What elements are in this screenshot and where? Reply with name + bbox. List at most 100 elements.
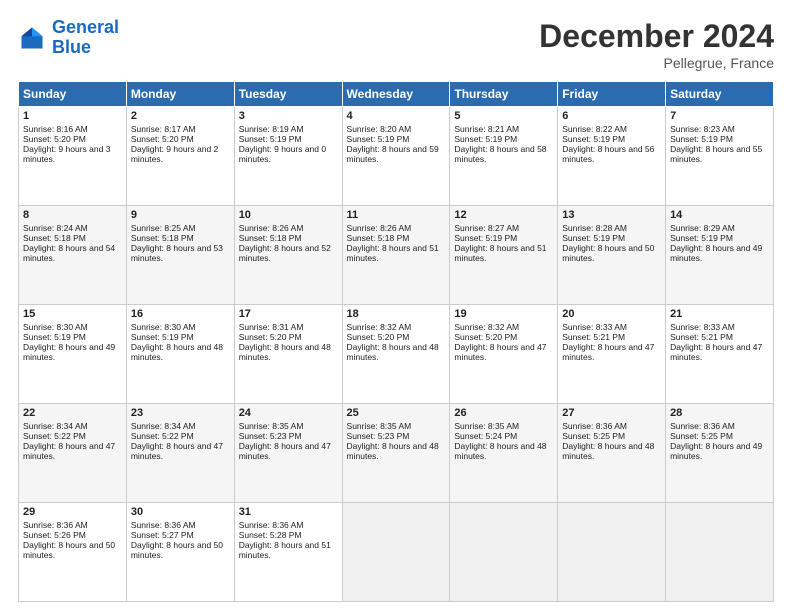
- sunset-text: Sunset: 5:20 PM: [454, 332, 517, 342]
- day-number: 23: [131, 407, 230, 419]
- sunrise-text: Sunrise: 8:17 AM: [131, 124, 196, 134]
- sunrise-text: Sunrise: 8:32 AM: [347, 322, 412, 332]
- calendar-cell: [342, 503, 450, 602]
- week-row-4: 29Sunrise: 8:36 AMSunset: 5:26 PMDayligh…: [19, 503, 774, 602]
- daylight-text: Daylight: 8 hours and 55 minutes.: [670, 144, 762, 164]
- day-number: 14: [670, 209, 769, 221]
- day-number: 15: [23, 308, 122, 320]
- calendar-cell: 24Sunrise: 8:35 AMSunset: 5:23 PMDayligh…: [234, 404, 342, 503]
- sunrise-text: Sunrise: 8:36 AM: [670, 421, 735, 431]
- sunrise-text: Sunrise: 8:33 AM: [562, 322, 627, 332]
- day-number: 24: [239, 407, 338, 419]
- day-number: 8: [23, 209, 122, 221]
- sunrise-text: Sunrise: 8:32 AM: [454, 322, 519, 332]
- calendar-cell: [666, 503, 774, 602]
- day-number: 5: [454, 110, 553, 122]
- calendar-cell: 30Sunrise: 8:36 AMSunset: 5:27 PMDayligh…: [126, 503, 234, 602]
- daylight-text: Daylight: 8 hours and 50 minutes.: [131, 540, 223, 560]
- day-number: 4: [347, 110, 446, 122]
- col-header-tuesday: Tuesday: [234, 82, 342, 107]
- sunset-text: Sunset: 5:18 PM: [23, 233, 86, 243]
- sunrise-text: Sunrise: 8:20 AM: [347, 124, 412, 134]
- daylight-text: Daylight: 8 hours and 47 minutes.: [23, 441, 115, 461]
- sunrise-text: Sunrise: 8:31 AM: [239, 322, 304, 332]
- daylight-text: Daylight: 8 hours and 52 minutes.: [239, 243, 331, 263]
- sunset-text: Sunset: 5:20 PM: [23, 134, 86, 144]
- calendar-cell: 29Sunrise: 8:36 AMSunset: 5:26 PMDayligh…: [19, 503, 127, 602]
- day-number: 22: [23, 407, 122, 419]
- sunrise-text: Sunrise: 8:33 AM: [670, 322, 735, 332]
- sunrise-text: Sunrise: 8:16 AM: [23, 124, 88, 134]
- daylight-text: Daylight: 8 hours and 48 minutes.: [347, 342, 439, 362]
- sunset-text: Sunset: 5:19 PM: [670, 233, 733, 243]
- sunset-text: Sunset: 5:18 PM: [131, 233, 194, 243]
- sunrise-text: Sunrise: 8:30 AM: [23, 322, 88, 332]
- calendar-cell: 15 Sunrise: 8:30 AMSunset: 5:19 PMDayligh…: [19, 305, 127, 404]
- calendar-cell: 18 Sunrise: 8:32 AMSunset: 5:20 PMDayligh…: [342, 305, 450, 404]
- sunset-text: Sunset: 5:19 PM: [454, 233, 517, 243]
- daylight-text: Daylight: 8 hours and 58 minutes.: [454, 144, 546, 164]
- day-number: 9: [131, 209, 230, 221]
- calendar-cell: 13Sunrise: 8:28 AMSunset: 5:19 PMDayligh…: [558, 206, 666, 305]
- calendar-table: SundayMondayTuesdayWednesdayThursdayFrid…: [18, 81, 774, 602]
- calendar-title: December 2024: [539, 18, 774, 55]
- sunset-text: Sunset: 5:19 PM: [239, 134, 302, 144]
- day-number: 21: [670, 308, 769, 320]
- day-number: 28: [670, 407, 769, 419]
- day-number: 7: [670, 110, 769, 122]
- daylight-text: Daylight: 8 hours and 48 minutes.: [239, 342, 331, 362]
- calendar-cell: 2Sunrise: 8:17 AMSunset: 5:20 PMDaylight…: [126, 107, 234, 206]
- col-header-friday: Friday: [558, 82, 666, 107]
- daylight-text: Daylight: 9 hours and 2 minutes.: [131, 144, 218, 164]
- sunset-text: Sunset: 5:21 PM: [670, 332, 733, 342]
- day-number: 6: [562, 110, 661, 122]
- sunset-text: Sunset: 5:20 PM: [239, 332, 302, 342]
- sunset-text: Sunset: 5:19 PM: [347, 134, 410, 144]
- sunset-text: Sunset: 5:19 PM: [23, 332, 86, 342]
- sunrise-text: Sunrise: 8:36 AM: [562, 421, 627, 431]
- sunrise-text: Sunrise: 8:35 AM: [239, 421, 304, 431]
- daylight-text: Daylight: 8 hours and 47 minutes.: [131, 441, 223, 461]
- calendar-cell: 1Sunrise: 8:16 AMSunset: 5:20 PMDaylight…: [19, 107, 127, 206]
- sunset-text: Sunset: 5:20 PM: [131, 134, 194, 144]
- sunrise-text: Sunrise: 8:34 AM: [23, 421, 88, 431]
- calendar-cell: 11Sunrise: 8:26 AMSunset: 5:18 PMDayligh…: [342, 206, 450, 305]
- calendar-cell: 10Sunrise: 8:26 AMSunset: 5:18 PMDayligh…: [234, 206, 342, 305]
- sunrise-text: Sunrise: 8:30 AM: [131, 322, 196, 332]
- sunset-text: Sunset: 5:19 PM: [562, 134, 625, 144]
- day-number: 3: [239, 110, 338, 122]
- daylight-text: Daylight: 8 hours and 49 minutes.: [23, 342, 115, 362]
- sunrise-text: Sunrise: 8:26 AM: [347, 223, 412, 233]
- sunrise-text: Sunrise: 8:23 AM: [670, 124, 735, 134]
- calendar-cell: 28Sunrise: 8:36 AMSunset: 5:25 PMDayligh…: [666, 404, 774, 503]
- calendar-cell: 27Sunrise: 8:36 AMSunset: 5:25 PMDayligh…: [558, 404, 666, 503]
- calendar-cell: 22Sunrise: 8:34 AMSunset: 5:22 PMDayligh…: [19, 404, 127, 503]
- sunrise-text: Sunrise: 8:27 AM: [454, 223, 519, 233]
- sunset-text: Sunset: 5:20 PM: [347, 332, 410, 342]
- calendar-cell: 25Sunrise: 8:35 AMSunset: 5:23 PMDayligh…: [342, 404, 450, 503]
- sunrise-text: Sunrise: 8:35 AM: [347, 421, 412, 431]
- day-number: 18: [347, 308, 446, 320]
- daylight-text: Daylight: 8 hours and 54 minutes.: [23, 243, 115, 263]
- calendar-cell: [558, 503, 666, 602]
- calendar-subtitle: Pellegrue, France: [539, 55, 774, 71]
- daylight-text: Daylight: 8 hours and 47 minutes.: [670, 342, 762, 362]
- sunrise-text: Sunrise: 8:29 AM: [670, 223, 735, 233]
- calendar-cell: 19Sunrise: 8:32 AMSunset: 5:20 PMDayligh…: [450, 305, 558, 404]
- calendar-cell: 17Sunrise: 8:31 AMSunset: 5:20 PMDayligh…: [234, 305, 342, 404]
- calendar-cell: 20Sunrise: 8:33 AMSunset: 5:21 PMDayligh…: [558, 305, 666, 404]
- daylight-text: Daylight: 8 hours and 59 minutes.: [347, 144, 439, 164]
- sunrise-text: Sunrise: 8:25 AM: [131, 223, 196, 233]
- day-number: 30: [131, 506, 230, 518]
- day-number: 11: [347, 209, 446, 221]
- sunrise-text: Sunrise: 8:19 AM: [239, 124, 304, 134]
- calendar-cell: [450, 503, 558, 602]
- day-number: 29: [23, 506, 122, 518]
- day-number: 10: [239, 209, 338, 221]
- logo-icon: [18, 24, 46, 52]
- logo-text: General Blue: [52, 18, 119, 58]
- day-number: 16: [131, 308, 230, 320]
- day-number: 1: [23, 110, 122, 122]
- calendar-cell: 21 Sunrise: 8:33 AMSunset: 5:21 PMDayligh…: [666, 305, 774, 404]
- daylight-text: Daylight: 8 hours and 56 minutes.: [562, 144, 654, 164]
